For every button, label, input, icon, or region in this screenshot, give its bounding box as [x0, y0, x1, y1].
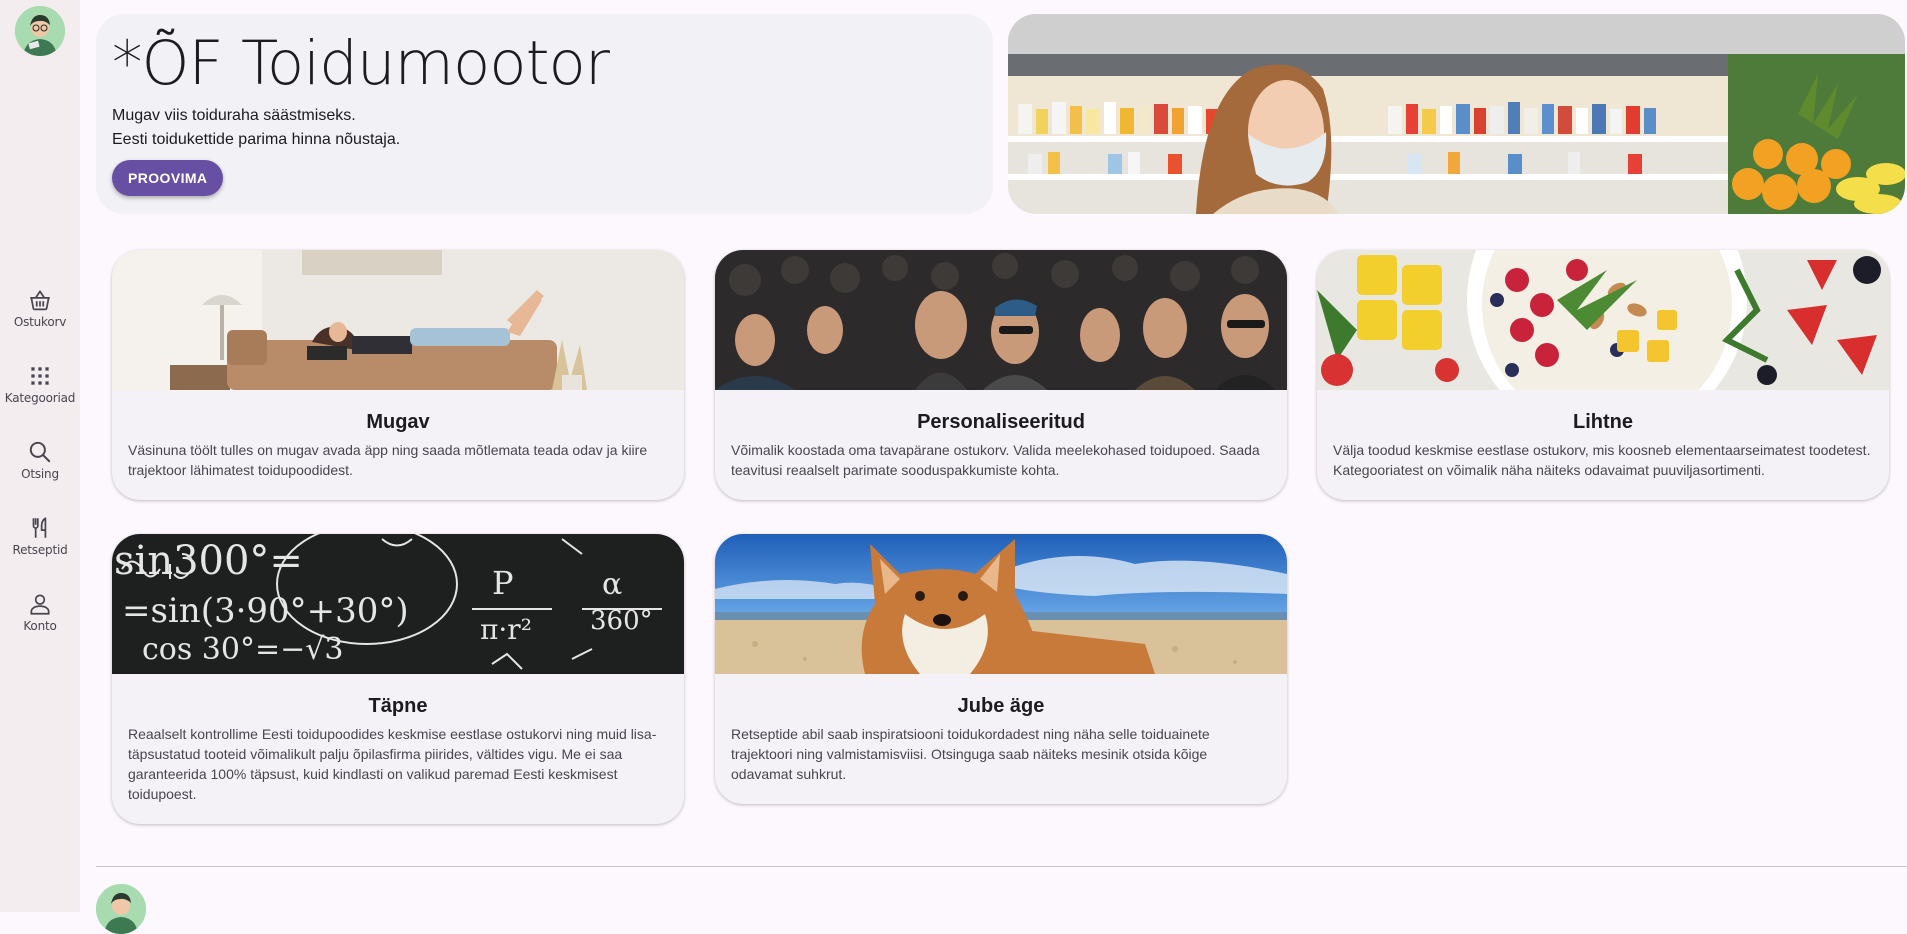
footer-avatar [96, 884, 146, 934]
person-icon [30, 594, 50, 615]
nav-label: Otsing [21, 467, 59, 481]
feature-text: Välja toodud keskmise eestlase ostukorv,… [1333, 442, 1871, 478]
svg-text:cos 30°=−√3: cos 30°=−√3 [142, 632, 343, 667]
rail-destinations: Ostukorv Kategooriad Otsing Retseptid Ko… [0, 285, 80, 665]
feature-image-chalkboard: sin300°= =sin(3·90°+30°) cos 30°=−√3 P α… [112, 534, 684, 674]
restaurant-icon [32, 517, 47, 538]
feature-title: Personaliseeritud [917, 411, 1085, 433]
feature-image-crowd [715, 250, 1287, 390]
feature-card-tapne: sin300°= =sin(3·90°+30°) cos 30°=−√3 P α… [112, 534, 684, 824]
feature-image-fruit-bowl [1317, 250, 1889, 390]
feature-text: Reaalselt kontrollime Eesti toidupoodide… [128, 726, 657, 802]
feature-title: Lihtne [1573, 411, 1633, 433]
nav-label: Retseptid [12, 543, 68, 557]
feature-image-dog-beach [715, 534, 1287, 674]
feature-text: Võimalik koostada oma tavapärane ostukor… [731, 442, 1260, 478]
navigation-rail: Ostukorv Kategooriad Otsing Retseptid Ko… [0, 0, 80, 912]
basket-icon [30, 290, 50, 311]
feature-text: Väsinuna töölt tulles on mugav avada äpp… [128, 442, 648, 478]
nav-retseptid[interactable]: Retseptid [0, 513, 80, 589]
nav-label: Ostukorv [13, 315, 67, 329]
feature-image-sofa [112, 250, 684, 390]
nav-kategooriad[interactable]: Kategooriad [0, 361, 80, 437]
hero-tagline-secondary: Eesti toidukettide parima hinna nõustaja… [112, 131, 401, 148]
feature-title: Mugav [366, 411, 430, 433]
feature-title: Täpne [368, 695, 428, 717]
feature-card-jube-age: Jube äge Retseptide abil saab inspiratsi… [715, 534, 1287, 804]
feature-card-mugav: Mugav Väsinuna töölt tulles on mugav ava… [112, 250, 684, 500]
search-icon [29, 441, 51, 463]
footer-divider [96, 866, 1907, 867]
hero-card: *ÕF Toidumootor Mugav viis toiduraha sää… [96, 14, 993, 214]
nav-ostukorv[interactable]: Ostukorv [0, 285, 80, 361]
feature-title: Jube äge [957, 695, 1045, 717]
hero-tagline: Mugav viis toiduraha säästmiseks. [112, 107, 356, 124]
svg-text:sin300°=: sin300°= [114, 538, 303, 584]
user-avatar[interactable] [15, 6, 65, 56]
feature-card-personaliseeritud: Personaliseeritud Võimalik koostada oma … [715, 250, 1287, 500]
try-button[interactable]: PROOVIMA [112, 160, 224, 196]
svg-text:360°: 360° [590, 606, 653, 636]
nav-label: Konto [23, 619, 57, 633]
page-title: *ÕF Toidumootor [112, 28, 610, 99]
svg-text:=sin(3·90°+30°): =sin(3·90°+30°) [122, 591, 409, 631]
apps-grid-icon [31, 367, 49, 385]
nav-konto[interactable]: Konto [0, 589, 80, 665]
svg-text:π·r²: π·r² [480, 613, 532, 646]
svg-text:P: P [492, 564, 514, 602]
feature-text: Retseptide abil saab inspiratsiooni toid… [731, 726, 1210, 782]
nav-label: Kategooriad [4, 391, 76, 405]
feature-card-lihtne: Lihtne Välja toodud keskmise eestlase os… [1317, 250, 1889, 500]
hero-grocery-image [1008, 14, 1905, 214]
nav-otsing[interactable]: Otsing [0, 437, 80, 513]
svg-text:α: α [602, 567, 622, 602]
